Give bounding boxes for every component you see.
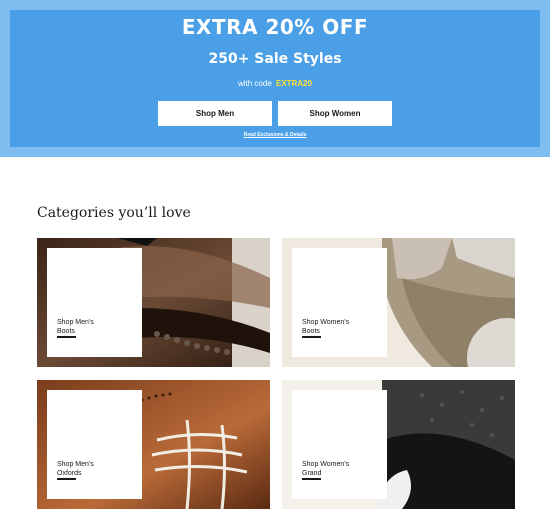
tile-label-line2: Boots	[302, 328, 320, 335]
read-exclusions-link[interactable]: Read Exclusions & Details	[0, 132, 550, 138]
tile-underline	[57, 478, 76, 480]
shop-men-button[interactable]: Shop Men	[158, 101, 272, 126]
tile-label: Shop Men's Boots	[57, 318, 137, 336]
tile-card: Shop Men's Oxfords	[47, 390, 142, 499]
tile-label-line1: Shop Women's	[302, 461, 350, 468]
shop-women-button[interactable]: Shop Women	[278, 101, 392, 126]
tile-label: Shop Women's Boots	[302, 318, 382, 336]
tile-card: Shop Women's Boots	[292, 248, 387, 357]
tile-label-line1: Shop Men's	[57, 461, 94, 468]
tile-underline	[57, 336, 76, 338]
tile-label: Shop Women's Grand	[302, 460, 382, 478]
category-tile-mens-oxfords[interactable]: Shop Men's Oxfords	[37, 380, 270, 509]
tile-label-line1: Shop Men's	[57, 319, 94, 326]
promo-code-line: with code EXTRA20	[0, 79, 550, 88]
promo-code: EXTRA20	[276, 79, 313, 88]
tile-label: Shop Men's Oxfords	[57, 460, 137, 478]
category-tile-mens-boots[interactable]: Shop Men's Boots	[37, 238, 270, 367]
promo-headline: EXTRA 20% OFF	[181, 15, 369, 39]
promo-subheadline: 250+ Sale Styles	[208, 51, 342, 67]
tile-underline	[302, 336, 321, 338]
tile-card: Shop Men's Boots	[47, 248, 142, 357]
promo-code-prefix: with code	[237, 79, 272, 88]
tile-card: Shop Women's Grand	[292, 390, 387, 499]
tile-label-line2: Grand	[302, 470, 322, 477]
tile-label-line2: Oxfords	[57, 470, 82, 477]
category-tile-womens-grand[interactable]: Shop Women's Grand	[282, 380, 515, 509]
category-tile-womens-boots[interactable]: Shop Women's Boots	[282, 238, 515, 367]
tile-label-line2: Boots	[57, 328, 75, 335]
tile-label-line1: Shop Women's	[302, 319, 350, 326]
categories-heading: Categories you’ll love	[37, 205, 191, 221]
tile-underline	[302, 478, 321, 480]
